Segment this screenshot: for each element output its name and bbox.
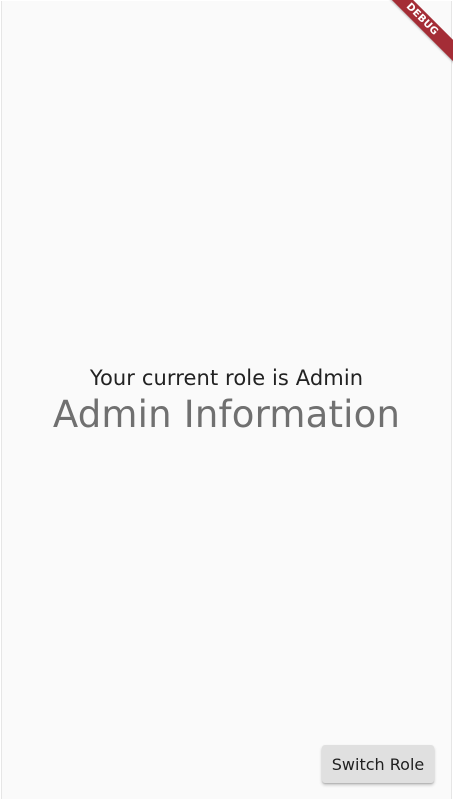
admin-information-title: Admin Information: [52, 393, 401, 436]
role-info-block: Your current role is Admin Admin Informa…: [2, 365, 451, 438]
current-role-text: Your current role is Admin: [89, 366, 364, 390]
app-screen: Your current role is Admin Admin Informa…: [1, 1, 452, 799]
switch-role-button[interactable]: Switch Role: [322, 745, 434, 783]
